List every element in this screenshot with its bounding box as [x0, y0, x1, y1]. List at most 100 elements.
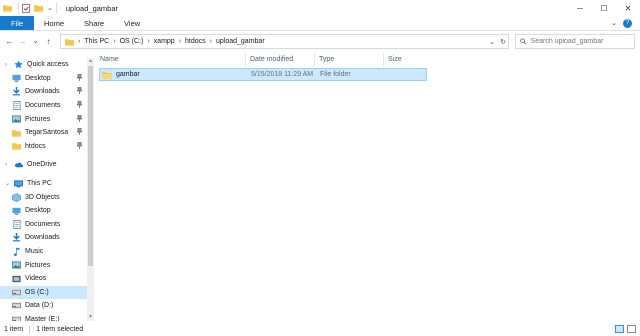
sidebar-item-data-d[interactable]: Data (D:) — [0, 299, 87, 313]
sidebar-item-videos[interactable]: Videos — [0, 272, 87, 286]
folder-icon — [102, 71, 112, 79]
download-icon — [12, 87, 21, 96]
properties-icon[interactable] — [22, 3, 30, 13]
column-header-size[interactable]: Size — [384, 53, 428, 66]
pin-icon — [76, 100, 83, 110]
new-folder-icon[interactable] — [34, 4, 43, 12]
details-view-button[interactable] — [615, 325, 624, 333]
scrollbar-thumb[interactable] — [88, 66, 93, 266]
tab-home[interactable]: Home — [34, 16, 74, 30]
sidebar-item-label: TegarSantosa — [25, 129, 69, 137]
sidebar-item-htdocs[interactable]: htdocs — [0, 140, 87, 154]
customize-toolbar-icon[interactable]: ⌄ — [47, 4, 53, 12]
sidebar-item-label: This PC — [27, 180, 52, 188]
scroll-down-icon[interactable]: ▼ — [87, 314, 94, 321]
sidebar-item-desktop[interactable]: Desktop — [0, 204, 87, 218]
tab-share[interactable]: Share — [74, 16, 114, 30]
sidebar-item-documents[interactable]: Documents — [0, 99, 87, 113]
divider — [18, 3, 19, 13]
sidebar-item-downloads[interactable]: Downloads — [0, 85, 87, 99]
pin-icon — [76, 127, 83, 137]
breadcrumb-separator[interactable]: › — [210, 38, 212, 45]
breadcrumb-separator[interactable]: › — [113, 38, 115, 45]
column-header-date-modified[interactable]: Date modified — [246, 53, 315, 66]
sidebar-item-pictures[interactable]: Pictures — [0, 258, 87, 272]
sidebar-item-label: Downloads — [25, 88, 60, 96]
address-bar[interactable]: › This PC › OS (C:) › xampp › htdocs › u… — [60, 34, 509, 49]
folder-icon — [12, 128, 21, 137]
sidebar-item-3d-objects[interactable]: 3D Objects — [0, 190, 87, 204]
cube-icon — [12, 192, 21, 202]
sidebar-item-desktop[interactable]: Desktop — [0, 72, 87, 86]
drive-icon — [12, 301, 21, 310]
sidebar-item-label: Desktop — [25, 207, 51, 215]
sidebar-item-label: Data (D:) — [25, 302, 54, 310]
column-header-type[interactable]: Type — [315, 53, 384, 66]
divider — [29, 325, 31, 334]
status-bar: 1 item 1 item selected — [0, 323, 640, 336]
chevron-down-icon[interactable]: ⌄ — [5, 180, 11, 187]
sidebar-item-tegarsantosa[interactable]: TegarSantosa — [0, 126, 87, 140]
refresh-icon[interactable]: ↻ — [500, 38, 506, 46]
sidebar-item-master-e[interactable]: Master (E:) — [0, 313, 87, 321]
file-type: File folder — [320, 71, 351, 78]
sidebar-item-label: Videos — [25, 275, 47, 283]
chevron-right-icon[interactable]: › — [5, 162, 11, 168]
expand-ribbon-icon[interactable]: ⌄ — [611, 19, 617, 27]
sidebar-item-label: OneDrive — [27, 161, 57, 169]
large-icons-view-button[interactable] — [627, 325, 636, 333]
desktop-icon — [12, 206, 21, 215]
address-dropdown-icon[interactable]: ⌄ — [489, 38, 495, 46]
table-row[interactable]: gambar 5/15/2018 11:29 AM File folder — [99, 68, 427, 81]
selection-count: 1 item selected — [36, 326, 84, 333]
documents-icon — [12, 219, 21, 229]
column-header-name[interactable]: Name — [96, 53, 246, 66]
pin-icon — [76, 141, 83, 151]
breadcrumb-separator: › — [78, 38, 81, 45]
sidebar-item-label: Desktop — [25, 74, 51, 82]
back-button[interactable]: ← — [4, 37, 15, 46]
breadcrumb-separator[interactable]: › — [179, 38, 181, 45]
sidebar-item-quick-access[interactable]: › Quick access — [0, 58, 87, 72]
sidebar-item-pictures[interactable]: Pictures — [0, 112, 87, 126]
breadcrumb-upload-gambar[interactable]: upload_gambar — [216, 38, 265, 45]
search-icon — [520, 38, 527, 45]
tab-view[interactable]: View — [114, 16, 150, 30]
help-icon[interactable]: ? — [623, 18, 632, 28]
documents-icon — [12, 101, 21, 111]
up-button[interactable]: ↑ — [43, 37, 54, 46]
sidebar-item-downloads[interactable]: Downloads — [0, 231, 87, 245]
recent-locations-button[interactable]: ⌄ — [30, 37, 41, 45]
chevron-right-icon[interactable]: › — [5, 62, 11, 68]
sidebar-item-label: Pictures — [25, 115, 51, 123]
divider — [55, 3, 57, 13]
sidebar-item-os-c[interactable]: OS (C:) — [0, 285, 87, 300]
tab-file[interactable]: File — [0, 16, 34, 30]
sidebar-item-label: Documents — [25, 220, 61, 228]
window-title: upload_gambar — [65, 3, 118, 13]
sidebar-item-label: Pictures — [25, 261, 51, 269]
close-button[interactable]: ✕ — [616, 0, 640, 16]
minimize-button[interactable]: ─ — [568, 0, 592, 16]
sidebar-item-this-pc[interactable]: ⌄ This PC — [0, 177, 87, 191]
search-box[interactable] — [515, 34, 635, 49]
breadcrumb-htdocs[interactable]: htdocs — [185, 38, 206, 45]
breadcrumb-separator[interactable]: › — [147, 38, 149, 45]
search-input[interactable] — [530, 38, 634, 45]
item-count: 1 item — [4, 326, 24, 333]
sidebar-item-label: 3D Objects — [25, 193, 60, 201]
sidebar-item-label: Quick access — [27, 61, 69, 69]
sidebar-item-onedrive[interactable]: › OneDrive — [0, 158, 87, 172]
breadcrumb-xampp[interactable]: xampp — [154, 38, 175, 45]
breadcrumb-os-c[interactable]: OS (C:) — [120, 38, 144, 45]
scroll-up-icon[interactable]: ▲ — [87, 58, 94, 65]
sidebar-item-music[interactable]: Music — [0, 245, 87, 259]
navigation-pane-scrollbar[interactable]: ▲ ▼ — [87, 58, 94, 321]
maximize-button[interactable]: ☐ — [592, 0, 616, 16]
sidebar-item-label: Downloads — [25, 234, 60, 242]
forward-button[interactable]: → — [17, 37, 28, 46]
music-icon — [12, 247, 21, 257]
sidebar-item-documents[interactable]: Documents — [0, 218, 87, 232]
breadcrumb-this-pc[interactable]: This PC — [84, 38, 109, 45]
sidebar-item-label: htdocs — [25, 142, 46, 150]
